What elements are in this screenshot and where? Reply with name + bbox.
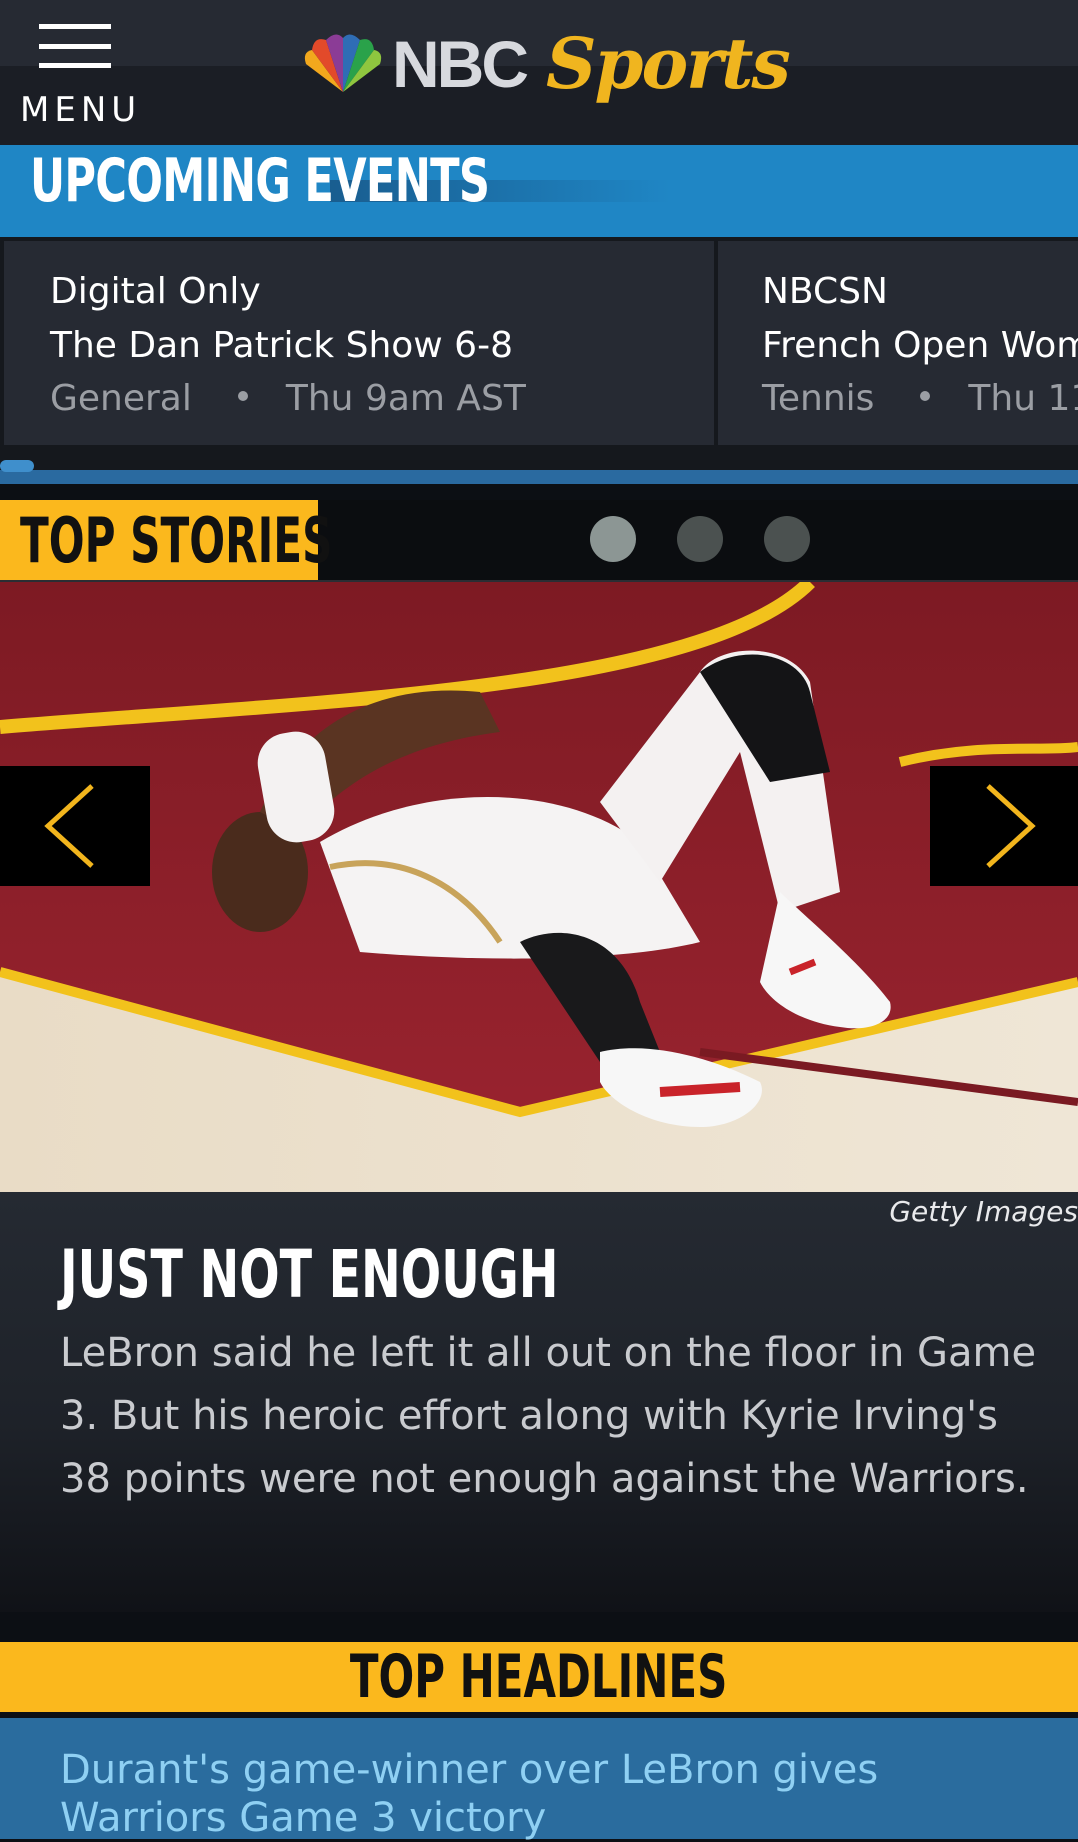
event-title: The Dan Patrick Show 6-8 [50, 325, 513, 366]
story-image[interactable] [0, 582, 1078, 1192]
event-time: Thu 9am AST [285, 378, 526, 419]
event-card[interactable]: Digital Only The Dan Patrick Show 6-8 Ge… [4, 241, 714, 445]
peacock-icon [304, 34, 382, 92]
logo-sports-text: Sports [546, 22, 791, 105]
event-category: General [50, 378, 192, 419]
next-story-button[interactable] [930, 766, 1078, 886]
chevron-left-icon [44, 784, 94, 868]
event-channel: NBCSN [762, 271, 888, 312]
top-headlines-title: TOP HEADLINES [350, 1642, 728, 1712]
pager-dot[interactable] [677, 516, 723, 562]
event-card[interactable]: NBCSN French Open Wom Tennis Thu 11 [718, 241, 1078, 445]
event-channel: Digital Only [50, 271, 261, 312]
events-scroll-thumb[interactable] [0, 460, 34, 472]
upcoming-events-title: UPCOMING EVENTS [30, 146, 490, 216]
story-summary: LeBron said he left it all out on the fl… [60, 1330, 1037, 1502]
event-title: French Open Wom [762, 325, 1078, 366]
prev-story-button[interactable] [0, 766, 150, 886]
chevron-right-icon [986, 784, 1036, 868]
event-meta: General Thu 9am AST [50, 378, 526, 419]
pager-dot-active[interactable] [590, 516, 636, 562]
separator-dot-icon [920, 391, 931, 401]
logo-nbc-text: NBC [392, 27, 529, 101]
story-headline[interactable]: JUST NOT ENOUGH [60, 1236, 559, 1313]
menu-button[interactable]: MENU [14, 18, 136, 130]
nbc-sports-logo[interactable]: NBC Sports [298, 22, 791, 114]
story-photo [0, 582, 1078, 1192]
top-headlines-title-wrap: TOP HEADLINES [0, 1642, 1078, 1712]
event-time: Thu 11 [968, 378, 1078, 419]
event-meta: Tennis Thu 11 [762, 378, 1078, 419]
pager-dot[interactable] [764, 516, 810, 562]
event-category: Tennis [762, 378, 875, 419]
separator-dot-icon [237, 391, 248, 401]
image-credit: Getty Images [889, 1195, 1078, 1228]
top-stories-title: TOP STORIES [20, 504, 333, 577]
menu-label: MENU [20, 90, 142, 130]
events-scroll-track[interactable] [0, 470, 1078, 484]
headline-link[interactable]: Durant's game-winner over LeBron gives W… [60, 1746, 1040, 1842]
